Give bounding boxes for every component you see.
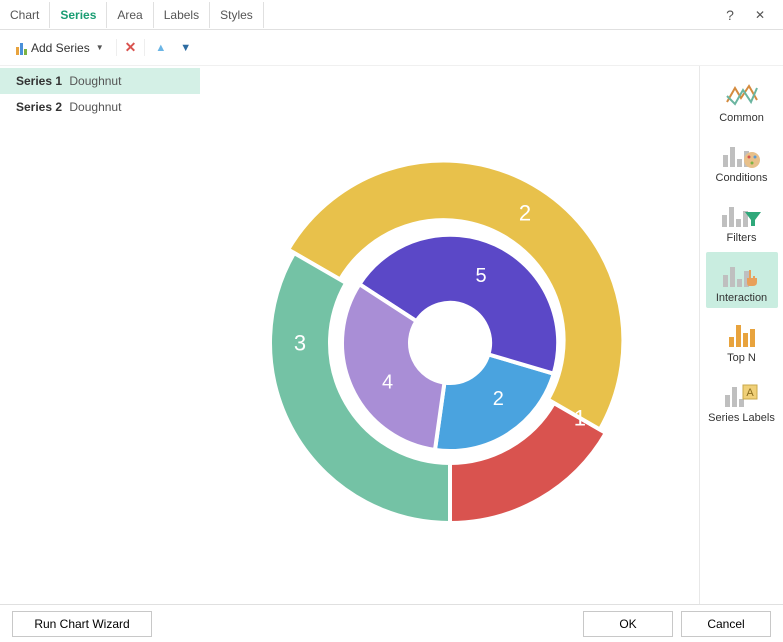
chart-canvas: 1 2 3 2 5 4 <box>200 66 699 604</box>
outer-label-3: 3 <box>293 331 305 356</box>
side-item-common[interactable]: Common <box>706 72 778 128</box>
outer-label-2: 2 <box>518 201 530 226</box>
tab-labels[interactable]: Labels <box>154 2 210 28</box>
outer-label-1: 1 <box>573 406 585 431</box>
tab-styles[interactable]: Styles <box>210 2 264 28</box>
series-toolbar: Add Series ▼ ✕ ▲ ▼ <box>0 30 783 66</box>
series-item-2[interactable]: Series 2 Doughnut <box>0 94 200 120</box>
inner-label-4: 4 <box>381 372 392 394</box>
series-name: Series 2 <box>16 100 62 114</box>
dialog-footer: Run Chart Wizard OK Cancel <box>0 604 783 642</box>
add-series-label: Add Series <box>31 41 90 55</box>
side-label: Conditions <box>706 172 778 184</box>
tab-chart[interactable]: Chart <box>6 2 50 28</box>
side-label: Interaction <box>706 292 778 304</box>
delete-series-button[interactable]: ✕ <box>116 39 146 56</box>
series-type: Doughnut <box>69 100 121 114</box>
side-item-topn[interactable]: Top N <box>706 312 778 368</box>
side-item-conditions[interactable]: Conditions <box>706 132 778 188</box>
labels-icon: A <box>706 378 778 412</box>
side-item-series-labels[interactable]: A Series Labels <box>706 372 778 428</box>
inner-label-5: 5 <box>475 265 486 287</box>
side-label: Filters <box>706 232 778 244</box>
series-type: Doughnut <box>69 74 121 88</box>
series-name: Series 1 <box>16 74 62 88</box>
side-item-interaction[interactable]: Interaction <box>706 252 778 308</box>
bar-chart-icon <box>16 41 27 55</box>
tab-series[interactable]: Series <box>50 2 107 28</box>
tab-area[interactable]: Area <box>107 2 153 28</box>
tab-bar: Chart Series Area Labels Styles ? ✕ <box>0 0 783 30</box>
close-button[interactable]: ✕ <box>751 8 769 22</box>
funnel-icon <box>706 198 778 232</box>
doughnut-chart: 1 2 3 2 5 4 <box>250 143 650 543</box>
help-button[interactable]: ? <box>721 7 739 23</box>
cancel-button[interactable]: Cancel <box>681 611 771 637</box>
line-chart-icon <box>706 78 778 112</box>
dropdown-caret-icon: ▼ <box>96 43 104 52</box>
side-item-filters[interactable]: Filters <box>706 192 778 248</box>
hand-pointer-icon <box>706 258 778 292</box>
inner-label-2: 2 <box>492 388 503 410</box>
add-series-button[interactable]: Add Series ▼ <box>10 38 110 58</box>
run-wizard-button[interactable]: Run Chart Wizard <box>12 611 152 637</box>
series-item-1[interactable]: Series 1 Doughnut <box>0 68 200 94</box>
move-down-button[interactable]: ▼ <box>176 42 195 54</box>
svg-text:A: A <box>746 387 754 399</box>
move-up-button[interactable]: ▲ <box>151 42 170 54</box>
side-label: Common <box>706 112 778 124</box>
series-list: Series 1 Doughnut Series 2 Doughnut <box>0 66 200 604</box>
side-label: Series Labels <box>706 412 778 424</box>
ok-button[interactable]: OK <box>583 611 673 637</box>
side-label: Top N <box>706 352 778 364</box>
side-panel: Common Conditions Filters Interaction <box>699 66 783 604</box>
top-n-icon <box>706 318 778 352</box>
palette-icon <box>706 138 778 172</box>
